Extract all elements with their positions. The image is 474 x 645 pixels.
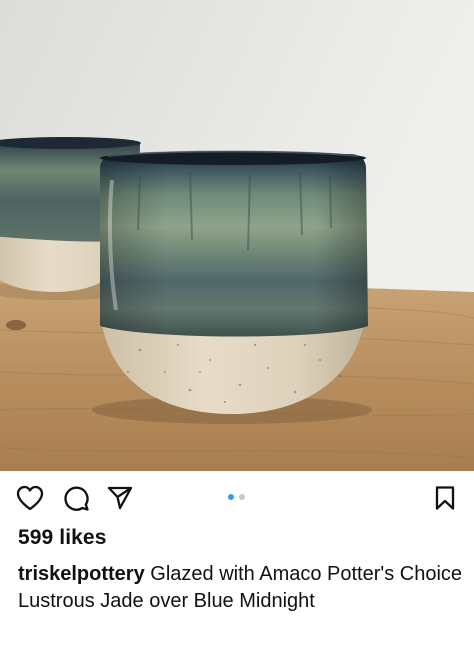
post-caption: triskelpottery Glazed with Amaco Potter'… bbox=[18, 561, 463, 615]
carousel-dot-active bbox=[228, 494, 234, 500]
likes-count[interactable]: 599 likes bbox=[18, 526, 106, 550]
like-button[interactable] bbox=[16, 484, 44, 512]
carousel-indicator bbox=[228, 494, 245, 500]
instagram-post: 599 likes triskelpottery Glazed with Ama… bbox=[0, 0, 474, 645]
caption-username[interactable]: triskelpottery bbox=[18, 563, 145, 585]
save-button[interactable] bbox=[431, 484, 459, 512]
carousel-dot bbox=[239, 494, 245, 500]
post-photo[interactable] bbox=[0, 0, 474, 471]
share-button[interactable] bbox=[106, 484, 134, 512]
heart-outline-icon bbox=[16, 485, 44, 511]
bookmark-outline-icon bbox=[435, 486, 455, 510]
comment-bubble-icon bbox=[63, 486, 89, 511]
comment-button[interactable] bbox=[62, 484, 90, 512]
post-action-bar bbox=[0, 471, 474, 525]
paper-plane-icon bbox=[107, 486, 133, 510]
